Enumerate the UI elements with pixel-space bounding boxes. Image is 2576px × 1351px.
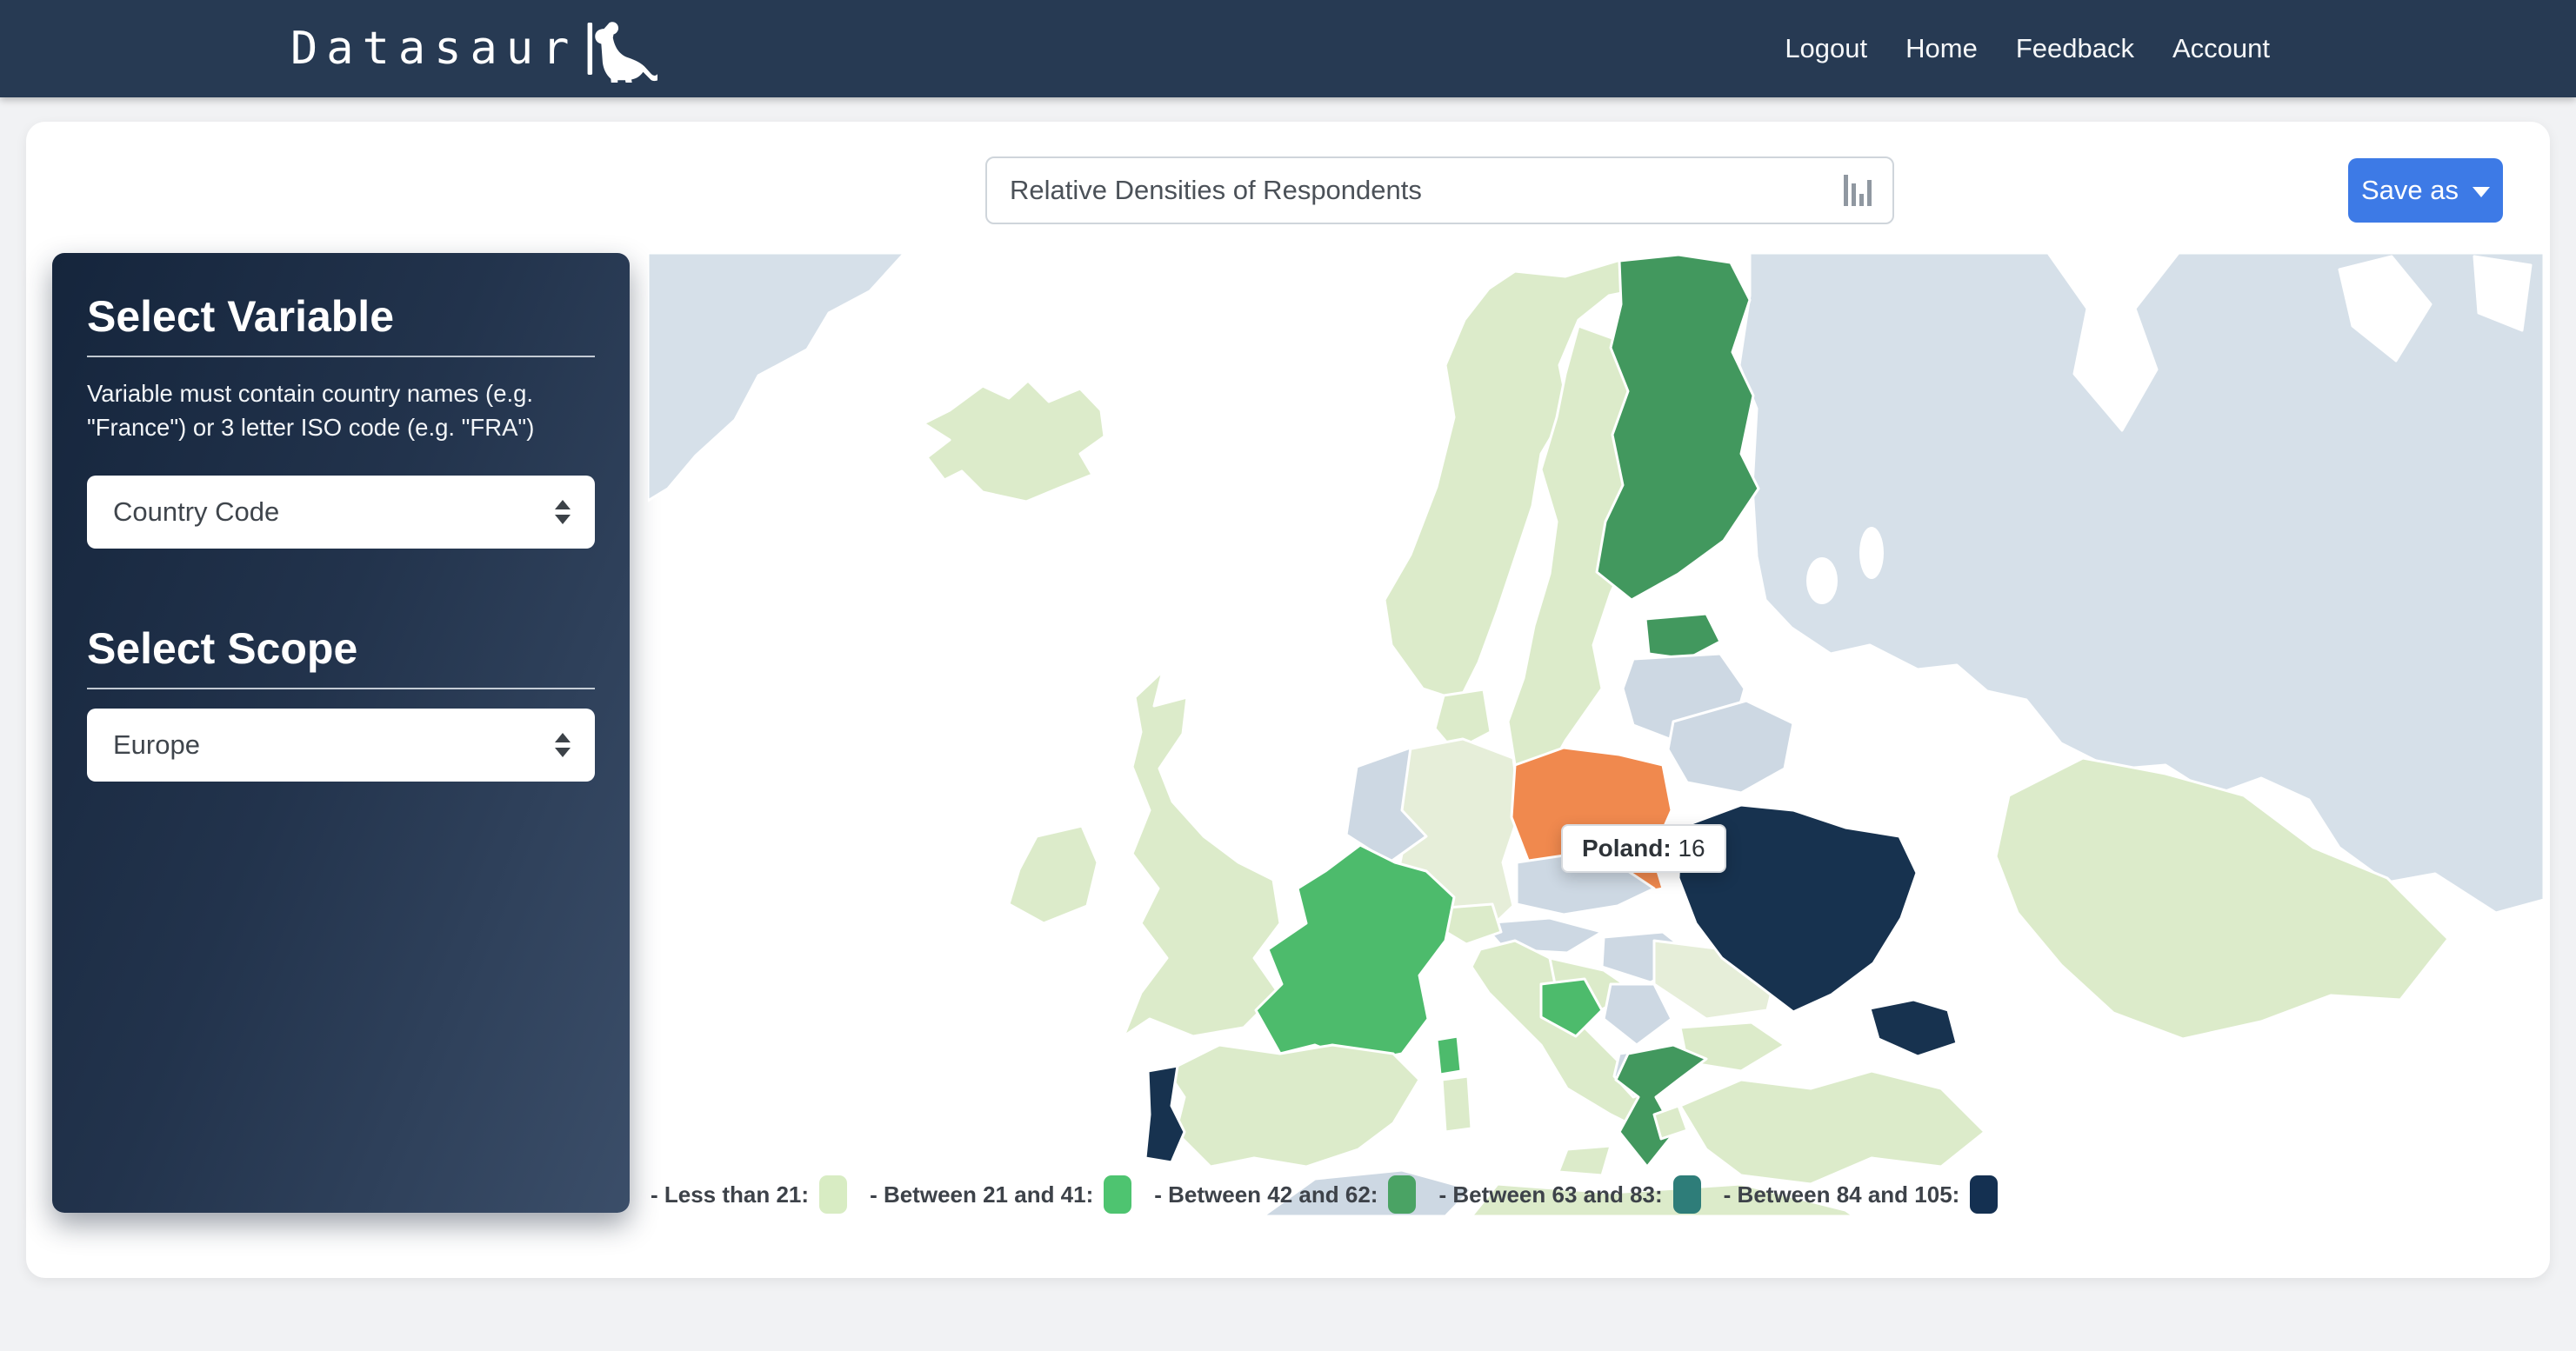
scope-select[interactable]: Europe — [87, 709, 595, 782]
europe-map — [648, 253, 2544, 1217]
map-legend: - Less than 21: - Between 21 and 41: - Bet… — [651, 1175, 2020, 1214]
divider — [87, 356, 595, 357]
nav-link-home[interactable]: Home — [1905, 33, 1978, 64]
brand-logo[interactable]: Datasaur — [290, 15, 657, 83]
up-down-caret-icon — [553, 498, 572, 526]
bars-icon — [1844, 173, 1873, 208]
country-sicily[interactable] — [1558, 1146, 1611, 1175]
controls-panel: Select Variable Variable must contain co… — [52, 253, 630, 1213]
brand-name: Datasaur — [290, 23, 577, 75]
country-finland[interactable] — [1597, 255, 1758, 600]
country-corsica[interactable] — [1437, 1036, 1461, 1075]
scope-select-value: Europe — [113, 729, 200, 761]
country-crimea[interactable] — [1870, 1000, 1957, 1056]
nav-link-feedback[interactable]: Feedback — [2016, 33, 2134, 64]
legend-label: - Between 63 and 83: — [1438, 1181, 1662, 1208]
navbar: Datasaur Logout Home Feedback Account — [0, 0, 2576, 97]
legend-swatch — [1673, 1175, 1701, 1214]
legend-label: - Less than 21: — [651, 1181, 809, 1208]
legend-swatch — [1104, 1175, 1131, 1214]
legend-swatch — [819, 1175, 847, 1214]
divider — [87, 688, 595, 689]
country-greenland[interactable] — [648, 253, 904, 501]
legend-swatch — [1970, 1175, 1998, 1214]
dinosaur-icon — [586, 15, 657, 83]
variable-help-text: Variable must contain country names (e.g… — [87, 376, 595, 444]
main-card: Save as Select Variable Variable must co… — [26, 122, 2550, 1278]
tooltip-value: 16 — [1678, 835, 1705, 862]
select-variable-heading: Select Variable — [87, 291, 595, 342]
country-france[interactable] — [1256, 845, 1454, 1062]
country-turkey[interactable] — [1680, 1071, 1985, 1184]
select-scope-heading: Select Scope — [87, 623, 595, 674]
chart-title-field — [985, 156, 1894, 224]
country-iceland[interactable] — [924, 381, 1104, 502]
legend-swatch — [1388, 1175, 1416, 1214]
country-sardinia[interactable] — [1442, 1076, 1472, 1132]
tooltip-country: Poland: — [1582, 835, 1672, 862]
nav-links: Logout Home Feedback Account — [1785, 33, 2270, 64]
nav-link-logout[interactable]: Logout — [1785, 33, 1867, 64]
up-down-caret-icon — [553, 731, 572, 759]
legend-label: - Between 21 and 41: — [870, 1181, 1093, 1208]
legend-label: - Between 42 and 62: — [1154, 1181, 1378, 1208]
country-uk[interactable] — [1124, 671, 1280, 1036]
chevron-down-icon — [2473, 187, 2490, 197]
country-serbia[interactable] — [1604, 984, 1672, 1045]
nav-link-account[interactable]: Account — [2172, 33, 2270, 64]
variable-select-value: Country Code — [113, 496, 279, 528]
save-as-button[interactable]: Save as — [2348, 158, 2503, 223]
save-as-label: Save as — [2361, 175, 2459, 206]
map-tooltip: Poland: 16 — [1561, 824, 1726, 873]
chart-title-input[interactable] — [985, 156, 1894, 224]
country-estonia[interactable] — [1645, 614, 1720, 659]
legend-label: - Between 84 and 105: — [1724, 1181, 1960, 1208]
variable-select[interactable]: Country Code — [87, 476, 595, 549]
country-ireland[interactable] — [1009, 826, 1098, 923]
country-spain[interactable] — [1167, 1045, 1419, 1167]
